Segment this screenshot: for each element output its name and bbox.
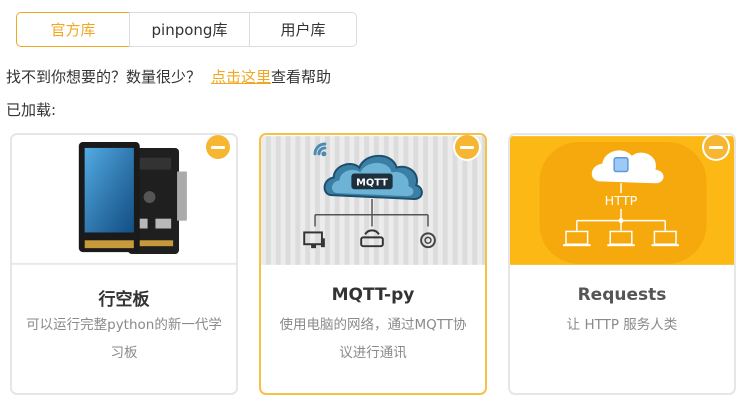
help-hint: 找不到你想要的？数量很少？ 点击这里查看帮助 [6, 66, 331, 87]
library-card-mqtt-py[interactable]: MQTT MQTT-py 使用电脑的网络，通过MQTT协议进行通讯 [259, 133, 487, 395]
remove-icon[interactable] [206, 135, 230, 159]
hint-after-link: 查看帮助 [271, 68, 332, 86]
help-link[interactable]: 点击这里 [211, 68, 271, 86]
loaded-label: 已加载: [6, 101, 57, 119]
library-card-unihiker[interactable]: 行空板 可以运行完整python的新一代学习板 [10, 133, 238, 395]
tab-user-library[interactable]: 用户库 [249, 12, 357, 47]
http-badge-text: HTTP [605, 194, 638, 209]
card-title: 行空板 [98, 290, 150, 310]
hint-text: 找不到你想要的？数量很少？ [6, 68, 202, 86]
card-description: 让 HTTP 服务人类 [566, 317, 678, 333]
remove-icon[interactable] [704, 135, 728, 159]
library-tabs: 官方库 pinpong库 用户库 [16, 12, 357, 47]
mqtt-badge-text: MQTT [356, 177, 388, 188]
tab-pinpong-library[interactable]: pinpong库 [129, 12, 250, 47]
unihiker-board-image [12, 136, 236, 265]
library-card-requests[interactable]: HTTP Requests 让 HTTP 服务人类 [508, 133, 736, 395]
remove-icon[interactable] [455, 135, 479, 159]
card-title: Requests [577, 285, 667, 305]
card-title: MQTT-py [331, 285, 415, 305]
mqtt-cloud-image: MQTT [261, 136, 485, 265]
tab-official-library[interactable]: 官方库 [16, 12, 130, 47]
http-cloud-image: HTTP [510, 136, 734, 265]
card-description: 可以运行完整python的新一代学习板 [26, 317, 222, 361]
card-description: 使用电脑的网络，通过MQTT协议进行通讯 [279, 317, 467, 361]
